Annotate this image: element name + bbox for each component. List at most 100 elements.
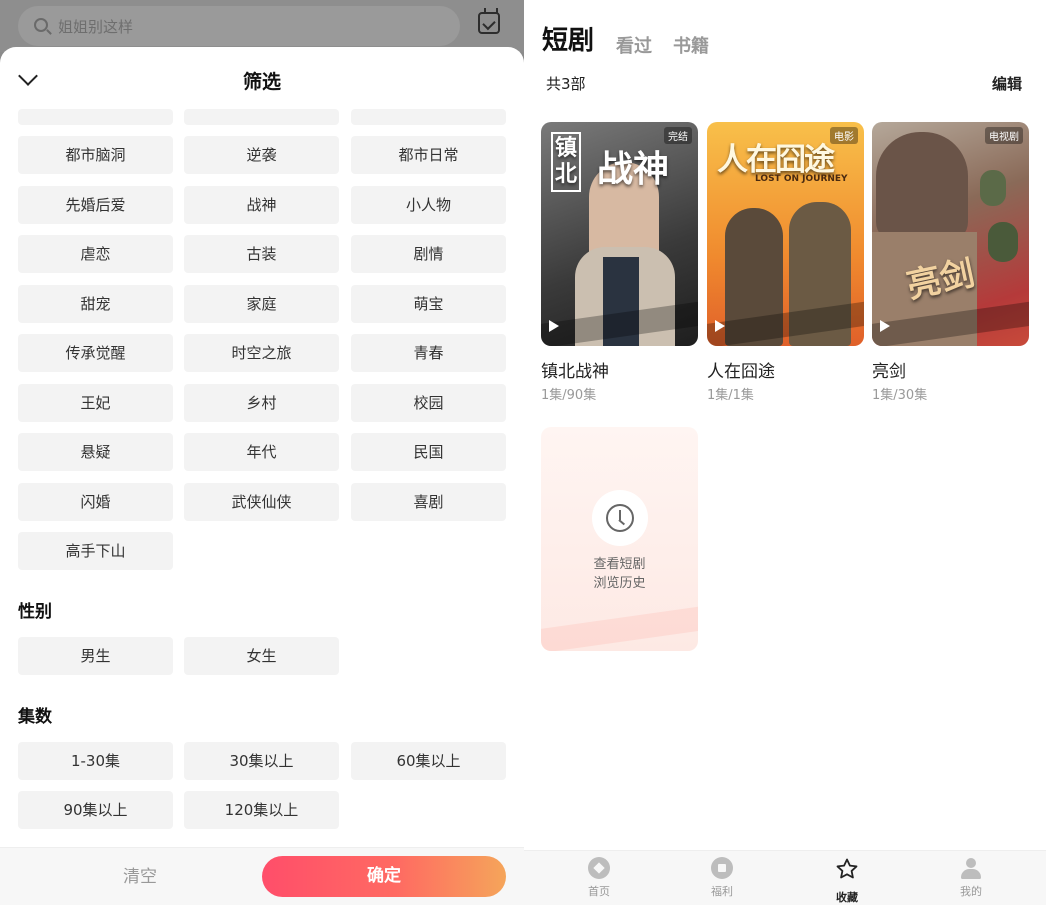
episodes-section-title: 集数 bbox=[18, 707, 52, 727]
nav-welfare-label: 福利 bbox=[711, 885, 733, 898]
status-badge: 电影 bbox=[830, 127, 858, 144]
poster-figure bbox=[988, 222, 1018, 262]
play-icon bbox=[715, 320, 725, 332]
episode-tag[interactable]: 120集以上 bbox=[184, 791, 339, 829]
search-input[interactable]: 姐姐别这样 bbox=[18, 6, 460, 46]
history-icon-wrap bbox=[592, 490, 648, 546]
drama-episodes: 1集/30集 bbox=[872, 388, 928, 403]
filter-tag[interactable]: 虐恋 bbox=[18, 235, 173, 273]
poster-subtitle: LOST ON JOURNEY bbox=[755, 174, 848, 184]
filter-tag[interactable]: 时空之旅 bbox=[184, 334, 339, 372]
filter-tag[interactable]: 高手下山 bbox=[18, 532, 173, 570]
drama-card[interactable]: 镇北 战神 完结 镇北战神 1集/90集 bbox=[541, 122, 698, 403]
filter-tag-partial[interactable] bbox=[184, 109, 339, 125]
filter-tag[interactable]: 闪婚 bbox=[18, 483, 173, 521]
filter-tag[interactable]: 先婚后爱 bbox=[18, 186, 173, 224]
drama-title: 镇北战神 bbox=[541, 362, 609, 382]
filter-tag[interactable]: 都市日常 bbox=[351, 136, 506, 174]
filter-tag[interactable]: 剧情 bbox=[351, 235, 506, 273]
filter-overlay: 姐姐别这样 筛选 都市脑洞 逆袭 都市日常 先婚后爱 战神 小人物 虐恋 古装 … bbox=[0, 0, 524, 905]
nav-home[interactable]: 首页 bbox=[569, 857, 629, 899]
search-icon bbox=[34, 18, 48, 32]
filter-tag[interactable]: 传承觉醒 bbox=[18, 334, 173, 372]
filter-tag[interactable]: 逆袭 bbox=[184, 136, 339, 174]
filter-tag-partial[interactable] bbox=[18, 109, 173, 125]
drama-poster[interactable]: 亮剑 电视剧 bbox=[872, 122, 1029, 346]
drama-card[interactable]: 人在囧途 LOST ON JOURNEY 电影 人在囧途 1集/1集 bbox=[707, 122, 864, 403]
gender-section-title: 性别 bbox=[18, 602, 52, 622]
filter-tag-partial[interactable] bbox=[351, 109, 506, 125]
filter-tag[interactable]: 战神 bbox=[184, 186, 339, 224]
star-icon bbox=[836, 858, 858, 879]
status-badge: 完结 bbox=[664, 127, 692, 144]
filter-sheet-header: 筛选 bbox=[0, 47, 524, 113]
filter-tag[interactable]: 小人物 bbox=[351, 186, 506, 224]
confirm-button[interactable]: 确定 bbox=[262, 856, 506, 897]
poster-figure bbox=[876, 132, 968, 242]
edit-button[interactable]: 编辑 bbox=[992, 73, 1022, 94]
filter-tag[interactable]: 萌宝 bbox=[351, 285, 506, 323]
drama-card[interactable]: 亮剑 电视剧 亮剑 1集/30集 bbox=[872, 122, 1029, 403]
filter-tag[interactable]: 乡村 bbox=[184, 384, 339, 422]
nav-favorites-label: 收藏 bbox=[836, 891, 858, 904]
item-count: 共3部 bbox=[546, 75, 586, 93]
filter-tag[interactable]: 王妃 bbox=[18, 384, 173, 422]
history-label-line1: 查看短剧 bbox=[593, 557, 646, 572]
drama-title: 亮剑 bbox=[872, 362, 906, 382]
filter-tag[interactable]: 都市脑洞 bbox=[18, 136, 173, 174]
history-card[interactable]: 查看短剧 浏览历史 bbox=[541, 427, 698, 651]
drama-poster[interactable]: 人在囧途 LOST ON JOURNEY 电影 bbox=[707, 122, 864, 346]
episode-tag[interactable]: 1-30集 bbox=[18, 742, 173, 780]
filter-tag[interactable]: 古装 bbox=[184, 235, 339, 273]
bottom-nav: 首页 福利 收藏 我的 bbox=[524, 850, 1046, 905]
clear-button[interactable]: 清空 bbox=[90, 863, 190, 891]
tab-shortdrama[interactable]: 短剧 bbox=[542, 20, 594, 57]
compass-icon bbox=[588, 857, 610, 879]
nav-profile-label: 我的 bbox=[960, 885, 982, 898]
gender-tag[interactable]: 男生 bbox=[18, 637, 173, 675]
nav-home-label: 首页 bbox=[588, 885, 610, 898]
search-placeholder: 姐姐别这样 bbox=[58, 18, 134, 36]
drama-episodes: 1集/1集 bbox=[707, 388, 754, 403]
poster-title: 战神 bbox=[597, 149, 670, 190]
gender-tag[interactable]: 女生 bbox=[184, 637, 339, 675]
filter-tag[interactable]: 年代 bbox=[184, 433, 339, 471]
filter-tag[interactable]: 家庭 bbox=[184, 285, 339, 323]
poster-figure bbox=[980, 170, 1006, 206]
filter-tag[interactable]: 青春 bbox=[351, 334, 506, 372]
episode-tag[interactable]: 60集以上 bbox=[351, 742, 506, 780]
filter-title: 筛选 bbox=[242, 71, 281, 93]
episode-tag[interactable]: 90集以上 bbox=[18, 791, 173, 829]
tab-watched[interactable]: 看过 bbox=[616, 32, 652, 58]
drama-episodes: 1集/90集 bbox=[541, 388, 597, 403]
episode-tag[interactable]: 30集以上 bbox=[184, 742, 339, 780]
play-icon bbox=[880, 320, 890, 332]
history-label: 查看短剧 浏览历史 bbox=[541, 555, 698, 593]
play-icon bbox=[549, 320, 559, 332]
nav-welfare[interactable]: 福利 bbox=[692, 857, 752, 899]
clock-icon bbox=[606, 504, 634, 532]
filter-tag[interactable]: 民国 bbox=[351, 433, 506, 471]
app-root: 姐姐别这样 筛选 都市脑洞 逆袭 都市日常 先婚后爱 战神 小人物 虐恋 古装 … bbox=[0, 0, 1046, 905]
filter-tag[interactable]: 喜剧 bbox=[351, 483, 506, 521]
status-badge: 电视剧 bbox=[985, 127, 1023, 144]
filter-footer: 清空 确定 bbox=[0, 847, 524, 905]
poster-title: 镇北 bbox=[551, 132, 581, 192]
filter-tag[interactable]: 悬疑 bbox=[18, 433, 173, 471]
drama-poster[interactable]: 镇北 战神 完结 bbox=[541, 122, 698, 346]
filmstrip-decoration bbox=[541, 603, 698, 651]
gift-icon bbox=[711, 857, 733, 879]
nav-favorites[interactable]: 收藏 bbox=[817, 857, 877, 905]
tab-books[interactable]: 书籍 bbox=[673, 32, 709, 58]
poster-title: 人在囧途 bbox=[717, 142, 835, 178]
user-icon bbox=[960, 857, 982, 879]
search-bar: 姐姐别这样 bbox=[0, 0, 524, 52]
history-label-line2: 浏览历史 bbox=[593, 576, 646, 591]
filter-sheet: 筛选 都市脑洞 逆袭 都市日常 先婚后爱 战神 小人物 虐恋 古装 剧情 甜宠 … bbox=[0, 47, 524, 905]
filter-tag[interactable]: 校园 bbox=[351, 384, 506, 422]
drama-title: 人在囧途 bbox=[707, 362, 775, 382]
checkin-calendar-icon[interactable] bbox=[478, 8, 500, 34]
filter-tag[interactable]: 武侠仙侠 bbox=[184, 483, 339, 521]
nav-profile[interactable]: 我的 bbox=[941, 857, 1001, 899]
filter-tag[interactable]: 甜宠 bbox=[18, 285, 173, 323]
